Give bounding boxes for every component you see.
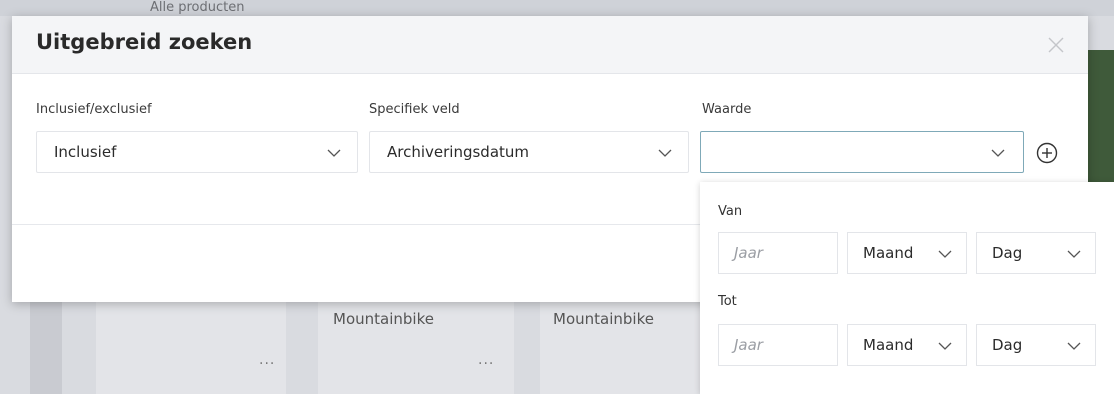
background-topbar: Alle producten <box>0 0 1114 16</box>
from-year-input[interactable]: Jaar <box>718 232 838 274</box>
value-select[interactable] <box>700 131 1024 173</box>
chevron-down-icon <box>938 250 952 258</box>
to-day-value: Dag <box>992 336 1023 354</box>
background-card-more: ... <box>478 352 495 368</box>
from-day-select[interactable]: Dag <box>976 232 1096 274</box>
close-icon[interactable] <box>1045 34 1067 56</box>
background-card-title: Mountainbike <box>333 310 434 328</box>
inclusion-select[interactable]: Inclusief <box>36 131 358 173</box>
to-day-select[interactable]: Dag <box>976 324 1096 366</box>
to-year-placeholder: Jaar <box>734 336 763 354</box>
background-card-edge <box>30 300 62 394</box>
chevron-down-icon <box>1067 342 1081 350</box>
chevron-down-icon <box>1067 250 1081 258</box>
modal-title: Uitgebreid zoeken <box>36 30 253 54</box>
field-label: Specifiek veld <box>369 102 460 117</box>
field-select[interactable]: Archiveringsdatum <box>369 131 689 173</box>
to-month-value: Maand <box>863 336 914 354</box>
chevron-down-icon <box>938 342 952 350</box>
to-year-input[interactable]: Jaar <box>718 324 838 366</box>
date-range-panel: Van Jaar Maand Dag Tot Jaar Maand Dag <box>700 182 1114 394</box>
modal-header: Uitgebreid zoeken <box>12 16 1088 74</box>
to-month-select[interactable]: Maand <box>847 324 967 366</box>
plus-circle-icon[interactable] <box>1035 141 1059 165</box>
from-label: Van <box>718 204 743 219</box>
inclusion-label: Inclusief/exclusief <box>36 102 152 117</box>
from-day-value: Dag <box>992 244 1023 262</box>
background-breadcrumb: Alle producten <box>150 0 245 15</box>
screen: Alle producten Mountainbike Mountainbike… <box>0 0 1114 394</box>
background-card <box>96 300 286 394</box>
chevron-down-icon <box>327 149 341 157</box>
from-month-select[interactable]: Maand <box>847 232 967 274</box>
from-year-placeholder: Jaar <box>734 244 763 262</box>
field-select-value: Archiveringsdatum <box>387 143 530 161</box>
from-month-value: Maand <box>863 244 914 262</box>
background-card-title: Mountainbike <box>553 310 654 328</box>
inclusion-select-value: Inclusief <box>54 143 117 161</box>
chevron-down-icon <box>658 149 672 157</box>
to-label: Tot <box>718 294 737 309</box>
chevron-down-icon <box>991 149 1005 157</box>
background-image <box>1088 50 1114 190</box>
value-label: Waarde <box>702 102 752 117</box>
background-card-more: ... <box>259 352 276 368</box>
